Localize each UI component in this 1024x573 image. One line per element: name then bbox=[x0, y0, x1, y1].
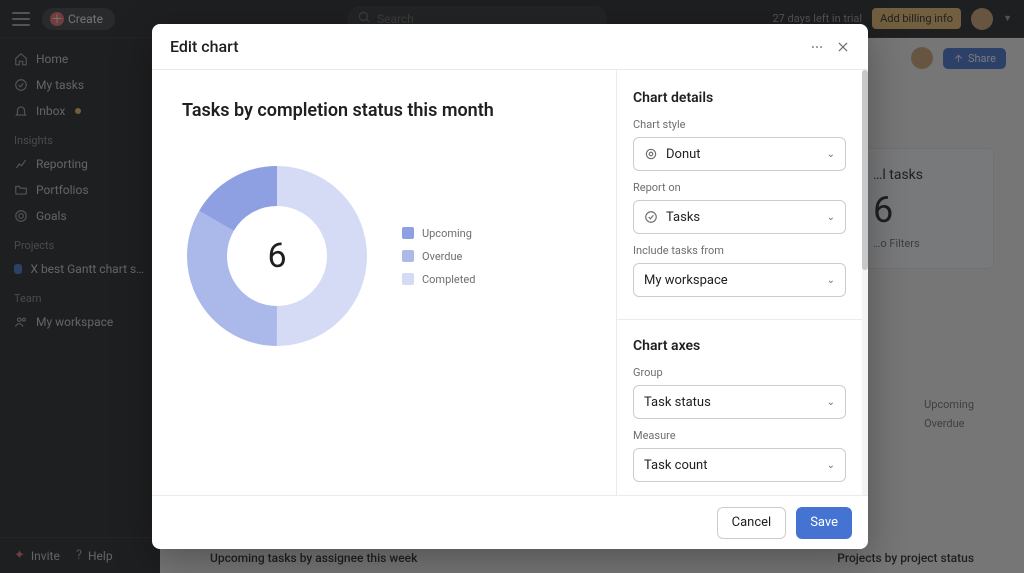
legend-label: Completed bbox=[422, 273, 475, 286]
label-group: Group bbox=[633, 366, 846, 379]
swatch-icon bbox=[402, 250, 414, 262]
close-icon[interactable] bbox=[836, 40, 850, 54]
dropdown-report-on[interactable]: Tasks ⌄ bbox=[633, 200, 846, 234]
details-scrollbar[interactable] bbox=[862, 70, 868, 495]
donut-center-value: 6 bbox=[182, 161, 372, 351]
chevron-down-icon: ⌄ bbox=[827, 397, 835, 408]
chevron-down-icon: ⌄ bbox=[827, 149, 835, 160]
chart-legend: Upcoming Overdue Completed bbox=[402, 227, 475, 286]
dropdown-value: My workspace bbox=[644, 273, 819, 288]
label-measure: Measure bbox=[633, 429, 846, 442]
dropdown-chart-style[interactable]: Donut ⌄ bbox=[633, 137, 846, 171]
chart-preview-pane: Tasks by completion status this month 6 … bbox=[152, 70, 617, 495]
legend-label: Overdue bbox=[422, 250, 462, 263]
section-chart-axes: Chart axes bbox=[633, 338, 846, 354]
label-include-from: Include tasks from bbox=[633, 244, 846, 257]
dropdown-value: Tasks bbox=[666, 210, 819, 225]
section-chart-details: Chart details bbox=[633, 90, 846, 106]
chevron-down-icon: ⌄ bbox=[827, 275, 835, 286]
swatch-icon bbox=[402, 227, 414, 239]
legend-item-upcoming: Upcoming bbox=[402, 227, 475, 240]
label-report-on: Report on bbox=[633, 181, 846, 194]
cancel-button[interactable]: Cancel bbox=[717, 507, 787, 539]
details-pane: Chart details Chart style Donut ⌄ Report… bbox=[617, 70, 862, 495]
chart-title: Tasks by completion status this month bbox=[182, 100, 586, 121]
chevron-down-icon: ⌄ bbox=[827, 212, 835, 223]
modal-title: Edit chart bbox=[170, 37, 239, 56]
more-icon[interactable] bbox=[810, 40, 824, 54]
donut-type-icon bbox=[644, 147, 658, 161]
donut-chart: 6 bbox=[182, 161, 372, 351]
dropdown-value: Donut bbox=[666, 147, 819, 162]
dropdown-group[interactable]: Task status ⌄ bbox=[633, 385, 846, 419]
scrollbar-thumb[interactable] bbox=[862, 70, 868, 270]
save-button[interactable]: Save bbox=[796, 507, 852, 539]
dropdown-measure[interactable]: Task count ⌄ bbox=[633, 448, 846, 482]
legend-item-completed: Completed bbox=[402, 273, 475, 286]
label-chart-style: Chart style bbox=[633, 118, 846, 131]
legend-label: Upcoming bbox=[422, 227, 472, 240]
chevron-down-icon: ⌄ bbox=[827, 460, 835, 471]
check-circle-icon bbox=[644, 210, 658, 224]
dropdown-value: Task status bbox=[644, 395, 819, 410]
dropdown-value: Task count bbox=[644, 458, 819, 473]
edit-chart-modal: Edit chart Tasks by completion status th… bbox=[152, 24, 868, 549]
swatch-icon bbox=[402, 273, 414, 285]
legend-item-overdue: Overdue bbox=[402, 250, 475, 263]
dropdown-include-from[interactable]: My workspace ⌄ bbox=[633, 263, 846, 297]
